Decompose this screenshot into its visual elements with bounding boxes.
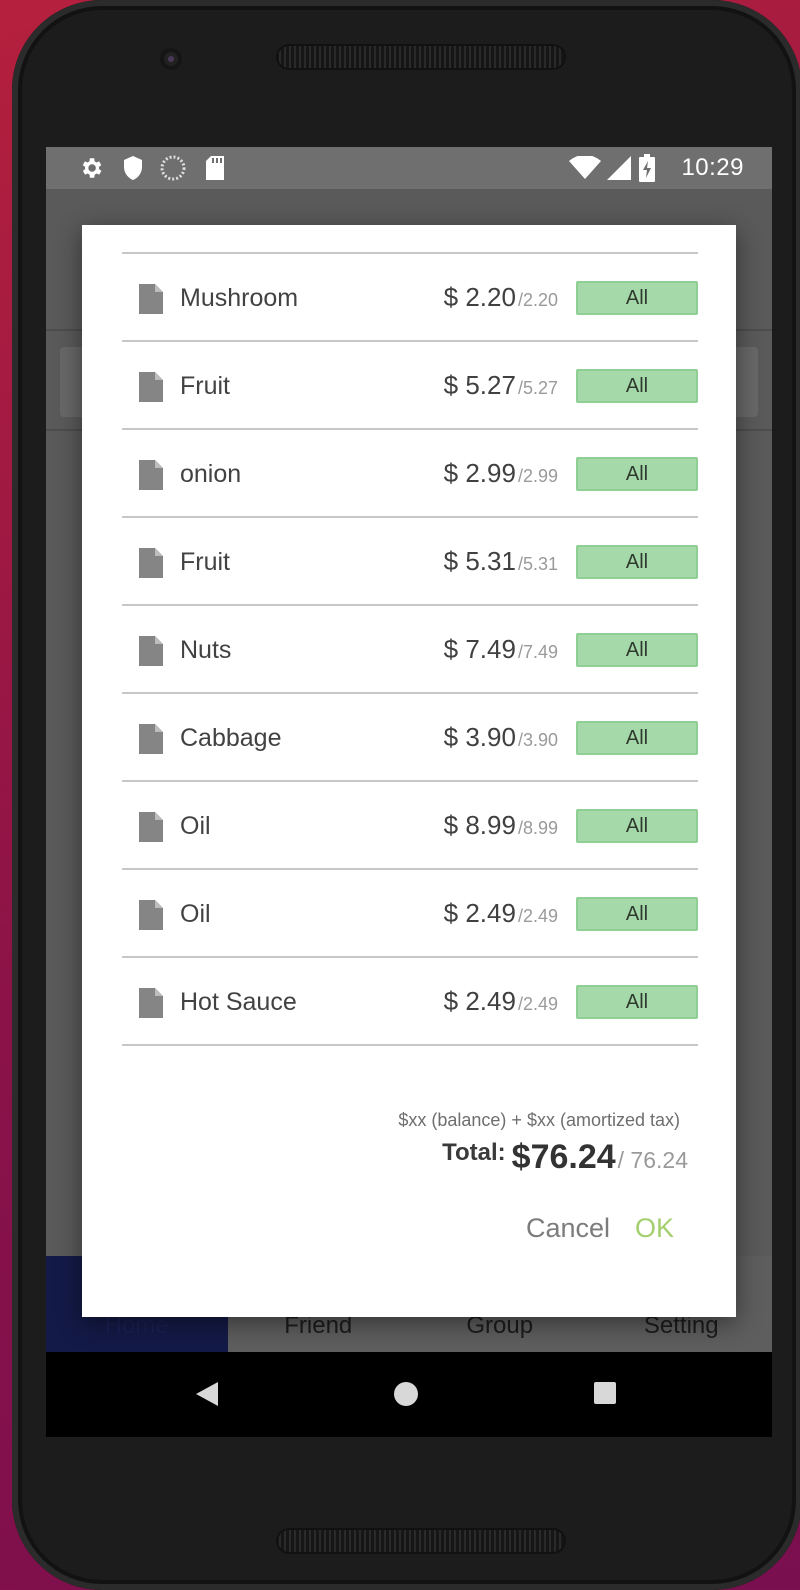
system-navigation-bar (46, 1352, 772, 1437)
all-button[interactable]: All (576, 369, 698, 403)
status-bar: 10:29 (46, 147, 772, 189)
item-price-total: /3.90 (517, 730, 558, 750)
item-price-total: /5.31 (517, 554, 558, 574)
signal-icon (606, 155, 632, 181)
shield-icon (120, 155, 146, 181)
all-button[interactable]: All (576, 721, 698, 755)
item-price-total: /2.49 (517, 994, 558, 1014)
document-icon (139, 812, 163, 842)
back-icon[interactable] (194, 1380, 220, 1413)
document-icon (139, 548, 163, 578)
all-button[interactable]: All (576, 897, 698, 931)
item-name: Mushroom (180, 284, 299, 312)
all-button[interactable]: All (576, 985, 698, 1019)
all-button[interactable]: All (576, 545, 698, 579)
item-price: $ 5.31/5.31 (443, 546, 558, 576)
document-icon (139, 724, 163, 754)
item-price-total: /7.49 (517, 642, 558, 662)
all-button[interactable]: All (576, 633, 698, 667)
list-item: Oil $ 2.49/2.49 All (122, 870, 698, 958)
list-item: Mushroom $ 2.20/2.20 All (122, 254, 698, 342)
home-icon[interactable] (392, 1380, 420, 1413)
item-list: Mushroom $ 2.20/2.20 All Fruit $ 5.27/5.… (122, 252, 698, 1046)
list-item: Nuts $ 7.49/7.49 All (122, 606, 698, 694)
recents-icon[interactable] (592, 1380, 618, 1411)
battery-icon (638, 154, 656, 182)
item-price-total: /2.49 (517, 906, 558, 926)
item-price-total: /2.20 (517, 290, 558, 310)
item-name: Nuts (180, 636, 232, 664)
list-item: Cabbage $ 3.90/3.90 All (122, 694, 698, 782)
item-price: $ 2.99/2.99 (443, 458, 558, 488)
wifi-icon (568, 155, 602, 181)
ok-button[interactable]: OK (635, 1213, 674, 1244)
total-row: Total: $76.24/ 76.24 (442, 1138, 688, 1177)
item-name: Fruit (180, 548, 230, 576)
all-button[interactable]: All (576, 281, 698, 315)
list-item: Fruit $ 5.31/5.31 All (122, 518, 698, 606)
item-name: onion (180, 460, 242, 488)
item-price-total: /2.99 (517, 466, 558, 486)
document-icon (139, 372, 163, 402)
item-price: $ 2.49/2.49 (443, 986, 558, 1016)
sync-icon (160, 155, 186, 181)
item-name: Hot Sauce (180, 988, 297, 1016)
item-price: $ 5.27/5.27 (443, 370, 558, 400)
total-value: $76.24 (511, 1138, 616, 1176)
top-speaker-grille (276, 44, 566, 70)
document-icon (139, 900, 163, 930)
item-name: Cabbage (180, 724, 282, 752)
item-name: Oil (180, 812, 211, 840)
status-time: 10:29 (681, 154, 744, 181)
document-icon (139, 636, 163, 666)
list-item: Hot Sauce $ 2.49/2.49 All (122, 958, 698, 1046)
list-item: Fruit $ 5.27/5.27 All (122, 342, 698, 430)
front-camera (160, 48, 182, 70)
document-icon (139, 460, 163, 490)
gear-icon (78, 155, 104, 181)
item-name: Oil (180, 900, 211, 928)
all-button[interactable]: All (576, 809, 698, 843)
document-icon (139, 988, 163, 1018)
item-price: $ 8.99/8.99 (443, 810, 558, 840)
total-label: Total: (442, 1139, 506, 1166)
document-icon (139, 284, 163, 314)
sd-card-icon (202, 155, 228, 181)
list-item: onion $ 2.99/2.99 All (122, 430, 698, 518)
item-price-total: /8.99 (517, 818, 558, 838)
bottom-speaker-grille (276, 1528, 566, 1554)
item-price: $ 2.20/2.20 (443, 282, 558, 312)
total-sub: / 76.24 (617, 1147, 688, 1173)
split-items-dialog: Mushroom $ 2.20/2.20 All Fruit $ 5.27/5.… (82, 225, 736, 1317)
cancel-button[interactable]: Cancel (526, 1213, 610, 1244)
item-price-total: /5.27 (517, 378, 558, 398)
item-name: Fruit (180, 372, 230, 400)
list-item: Oil $ 8.99/8.99 All (122, 782, 698, 870)
tax-note: $xx (balance) + $xx (amortized tax) (398, 1110, 680, 1130)
item-price: $ 3.90/3.90 (443, 722, 558, 752)
all-button[interactable]: All (576, 457, 698, 491)
item-price: $ 2.49/2.49 (443, 898, 558, 928)
item-price: $ 7.49/7.49 (443, 634, 558, 664)
